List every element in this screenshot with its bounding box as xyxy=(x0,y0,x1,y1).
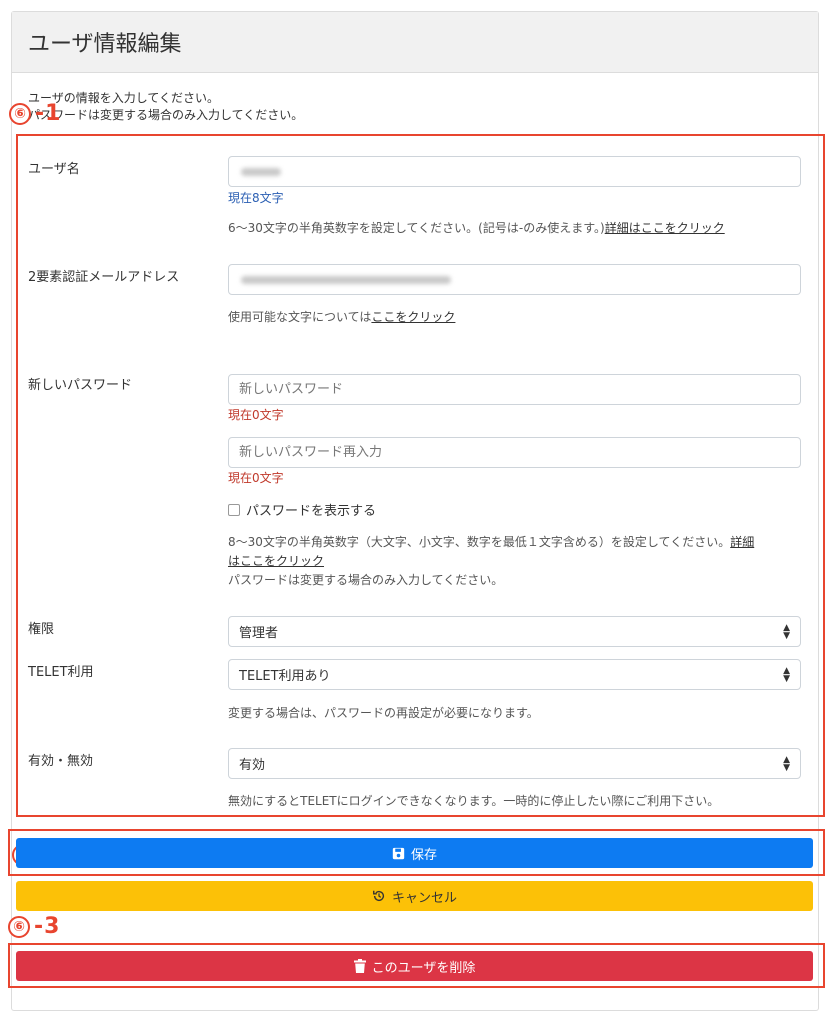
username-input[interactable] xyxy=(228,156,801,187)
role-value: 管理者 xyxy=(239,626,279,641)
floppy-disk-icon xyxy=(392,847,405,860)
save-button[interactable]: 保存 xyxy=(16,838,813,868)
telet-label: TELET利用 xyxy=(28,665,94,680)
status-help: 無効にするとTELETにログインできなくなります。一時的に停止したい際にご利用下… xyxy=(228,794,720,808)
annotation-number: ⑥ xyxy=(8,915,30,938)
role-label: 権限 xyxy=(28,622,55,637)
email-input[interactable] xyxy=(228,264,801,295)
role-select[interactable]: 管理者 ▲ ▼ xyxy=(228,616,801,647)
annotation-suffix: -1 xyxy=(35,101,62,126)
status-select[interactable]: 有効 ▲ ▼ xyxy=(228,748,801,779)
password-char-count: 現在0文字 xyxy=(228,408,284,422)
show-password-label: パスワードを表示する xyxy=(246,504,377,519)
show-password-row[interactable]: パスワードを表示する xyxy=(228,500,376,519)
save-label: 保存 xyxy=(410,847,437,863)
cancel-button[interactable]: キャンセル xyxy=(16,881,813,911)
page-title: ユーザ情報編集 xyxy=(28,32,182,57)
annotation-suffix: -3 xyxy=(34,914,61,939)
telet-help: 変更する場合は、パスワードの再設定が必要になります。 xyxy=(228,706,539,720)
annotation-badge-1: ⑥ -1 xyxy=(9,101,61,126)
delete-user-button[interactable]: このユーザを削除 xyxy=(16,951,813,981)
blurred-value xyxy=(241,168,281,176)
password-help-note: パスワードは変更する場合のみ入力してください。 xyxy=(228,573,504,587)
card-header: ユーザ情報編集 xyxy=(12,12,818,73)
status-label: 有効・無効 xyxy=(28,754,94,769)
status-value: 有効 xyxy=(239,758,266,773)
username-help-text: 6～30文字の半角英数字を設定してください。(記号は-のみ使えます。) xyxy=(228,221,605,235)
telet-value: TELET利用あり xyxy=(239,669,331,684)
email-chars-link[interactable]: ここをクリック xyxy=(371,310,455,324)
delete-label: このユーザを削除 xyxy=(371,960,476,976)
annotation-badge-3: ⑥ -3 xyxy=(8,914,60,939)
email-help-text: 使用可能な文字については xyxy=(228,310,372,324)
email-help: 使用可能な文字についてはここをクリック xyxy=(228,308,455,327)
undo-history-icon xyxy=(372,889,386,903)
password-details-link-a[interactable]: 詳細 xyxy=(730,535,754,549)
confirm-password-input[interactable] xyxy=(228,437,801,468)
password-label: 新しいパスワード xyxy=(28,378,133,393)
username-details-link[interactable]: 詳細はここをクリック xyxy=(605,221,725,235)
intro-text: ユーザの情報を入力してください。 パスワードは変更する場合のみ入力してください。 xyxy=(28,90,303,124)
select-arrows-icon: ▲ ▼ xyxy=(783,665,790,684)
confirm-password-char-count: 現在0文字 xyxy=(228,471,284,485)
username-help: 6～30文字の半角英数字を設定してください。(記号は-のみ使えます。)詳細はここ… xyxy=(228,219,725,238)
password-details-link-b[interactable]: はここをクリック xyxy=(228,554,324,568)
trash-icon xyxy=(353,959,366,973)
cancel-label: キャンセル xyxy=(391,890,457,906)
password-help: 8～30文字の半角英数字（大文字、小文字、数字を最低１文字含める）を設定してくだ… xyxy=(228,533,801,590)
annotation-number: ⑥ xyxy=(9,102,31,125)
email-label: 2要素認証メールアドレス xyxy=(28,270,180,285)
username-char-count: 現在8文字 xyxy=(228,191,284,205)
password-help-text: 8～30文字の半角英数字（大文字、小文字、数字を最低１文字含める）を設定してくだ… xyxy=(228,535,731,549)
blurred-value xyxy=(241,276,451,284)
new-password-input[interactable] xyxy=(228,374,801,405)
show-password-checkbox[interactable] xyxy=(228,503,240,516)
intro-line-1: ユーザの情報を入力してください。 xyxy=(28,91,220,105)
telet-select[interactable]: TELET利用あり ▲ ▼ xyxy=(228,659,801,690)
intro-line-2: パスワードは変更する場合のみ入力してください。 xyxy=(28,108,304,122)
select-arrows-icon: ▲ ▼ xyxy=(783,754,790,773)
select-arrows-icon: ▲ ▼ xyxy=(783,622,790,641)
username-label: ユーザ名 xyxy=(28,162,80,177)
